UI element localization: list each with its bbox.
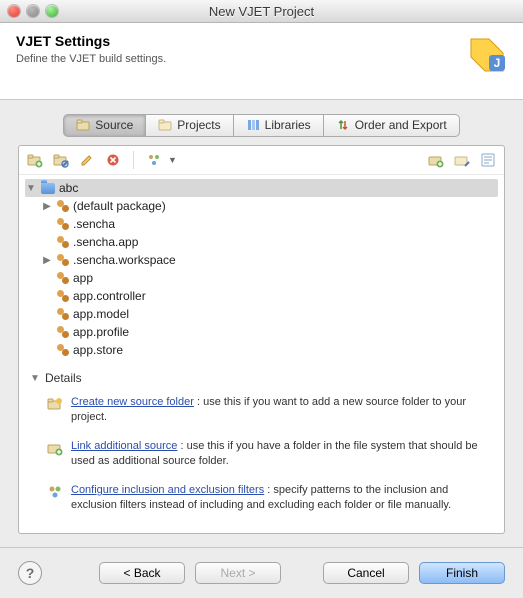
tree-item[interactable]: .sencha	[25, 215, 498, 233]
tree-label: abc	[59, 181, 78, 195]
tree-item[interactable]: app.controller	[25, 287, 498, 305]
add-folder-icon[interactable]	[428, 152, 444, 168]
disclosure-open-icon[interactable]: ▼	[25, 183, 37, 194]
details-heading: Details	[45, 371, 82, 385]
tree-label: .sencha	[73, 217, 115, 231]
tree-label: app.store	[73, 343, 123, 357]
page-subtitle: Define the VJET build settings.	[16, 53, 507, 65]
tab-projects[interactable]: Projects	[146, 114, 233, 137]
tree-label: .sencha.app	[73, 235, 138, 249]
libraries-icon	[246, 118, 260, 132]
help-icon[interactable]: ?	[18, 561, 42, 585]
page-title: VJET Settings	[16, 33, 507, 49]
source-panel: ▼ ▼ abc ▶	[18, 145, 505, 534]
tree-item[interactable]: app.profile	[25, 323, 498, 341]
tree-item[interactable]: app.store	[25, 341, 498, 359]
order-icon	[336, 118, 350, 132]
source-toolbar: ▼	[19, 146, 504, 175]
details-section: ▼ Details Create new source folder : use…	[19, 367, 504, 523]
package-icon	[57, 272, 69, 284]
svg-text:J: J	[494, 56, 501, 70]
project-folder-icon	[41, 183, 55, 194]
link-source-folder-icon	[47, 440, 63, 456]
back-button[interactable]: < Back	[99, 562, 185, 584]
package-icon	[57, 326, 69, 338]
package-icon	[57, 200, 69, 212]
configure-filters-link[interactable]: Configure inclusion and exclusion filter…	[71, 484, 264, 496]
details-item-filters: Configure inclusion and exclusion filter…	[29, 479, 494, 523]
vjet-logo-icon: J	[465, 33, 509, 77]
tree-item[interactable]: ▶ (default package)	[25, 197, 498, 215]
toolbar-separator	[133, 151, 134, 169]
tab-libraries[interactable]: Libraries	[234, 114, 324, 137]
details-heading-row[interactable]: ▼ Details	[29, 367, 494, 391]
filter-icon[interactable]	[146, 152, 162, 168]
package-icon	[57, 308, 69, 320]
tab-label: Projects	[177, 118, 220, 132]
remove-icon[interactable]	[105, 152, 121, 168]
tree-label: app.model	[73, 307, 129, 321]
create-folder-icon	[47, 396, 63, 412]
next-button: Next >	[195, 562, 281, 584]
tree-item[interactable]: app.model	[25, 305, 498, 323]
configure-filters-icon[interactable]	[480, 152, 496, 168]
details-item-link: Link additional source : use this if you…	[29, 435, 494, 479]
details-item-create: Create new source folder : use this if y…	[29, 391, 494, 435]
projects-icon	[158, 118, 172, 132]
link-folder-icon[interactable]	[454, 152, 470, 168]
source-tree: ▼ abc ▶ (default package) .sencha .sench…	[19, 175, 504, 367]
tree-item[interactable]: app	[25, 269, 498, 287]
cancel-button[interactable]: Cancel	[323, 562, 409, 584]
tree-label: app.profile	[73, 325, 129, 339]
tree-label: (default package)	[73, 199, 166, 213]
add-source-folder-icon[interactable]	[27, 152, 43, 168]
tree-root[interactable]: ▼ abc	[25, 179, 498, 197]
titlebar: New VJET Project	[0, 0, 523, 23]
package-icon	[57, 236, 69, 248]
tree-item[interactable]: ▶ .sencha.workspace	[25, 251, 498, 269]
configure-filters-detail-icon	[47, 484, 63, 500]
wizard-header: VJET Settings Define the VJET build sett…	[0, 23, 523, 100]
tree-label: app	[73, 271, 93, 285]
build-path-tabs: Source Projects Libraries Order and Expo…	[18, 114, 505, 137]
package-icon	[57, 290, 69, 302]
tab-order-export[interactable]: Order and Export	[324, 114, 460, 137]
package-icon	[57, 254, 69, 266]
tab-label: Libraries	[265, 118, 311, 132]
disclosure-open-icon[interactable]: ▼	[29, 373, 41, 384]
link-source-icon[interactable]	[53, 152, 69, 168]
link-additional-source-link[interactable]: Link additional source	[71, 440, 177, 452]
package-icon	[57, 344, 69, 356]
source-folder-icon	[76, 118, 90, 132]
package-icon	[57, 218, 69, 230]
finish-button[interactable]: Finish	[419, 562, 505, 584]
edit-icon[interactable]	[79, 152, 95, 168]
wizard-content: Source Projects Libraries Order and Expo…	[0, 100, 523, 540]
window-title: New VJET Project	[0, 4, 523, 19]
tree-item[interactable]: .sencha.app	[25, 233, 498, 251]
tab-source[interactable]: Source	[63, 114, 146, 137]
create-source-folder-link[interactable]: Create new source folder	[71, 396, 194, 408]
disclosure-closed-icon[interactable]: ▶	[41, 255, 53, 266]
tree-label: .sencha.workspace	[73, 253, 176, 267]
tab-label: Source	[95, 118, 133, 132]
tree-label: app.controller	[73, 289, 146, 303]
tab-label: Order and Export	[355, 118, 447, 132]
chevron-down-icon[interactable]: ▼	[168, 155, 177, 165]
wizard-footer: ? < Back Next > Cancel Finish	[0, 547, 523, 598]
disclosure-closed-icon[interactable]: ▶	[41, 201, 53, 212]
